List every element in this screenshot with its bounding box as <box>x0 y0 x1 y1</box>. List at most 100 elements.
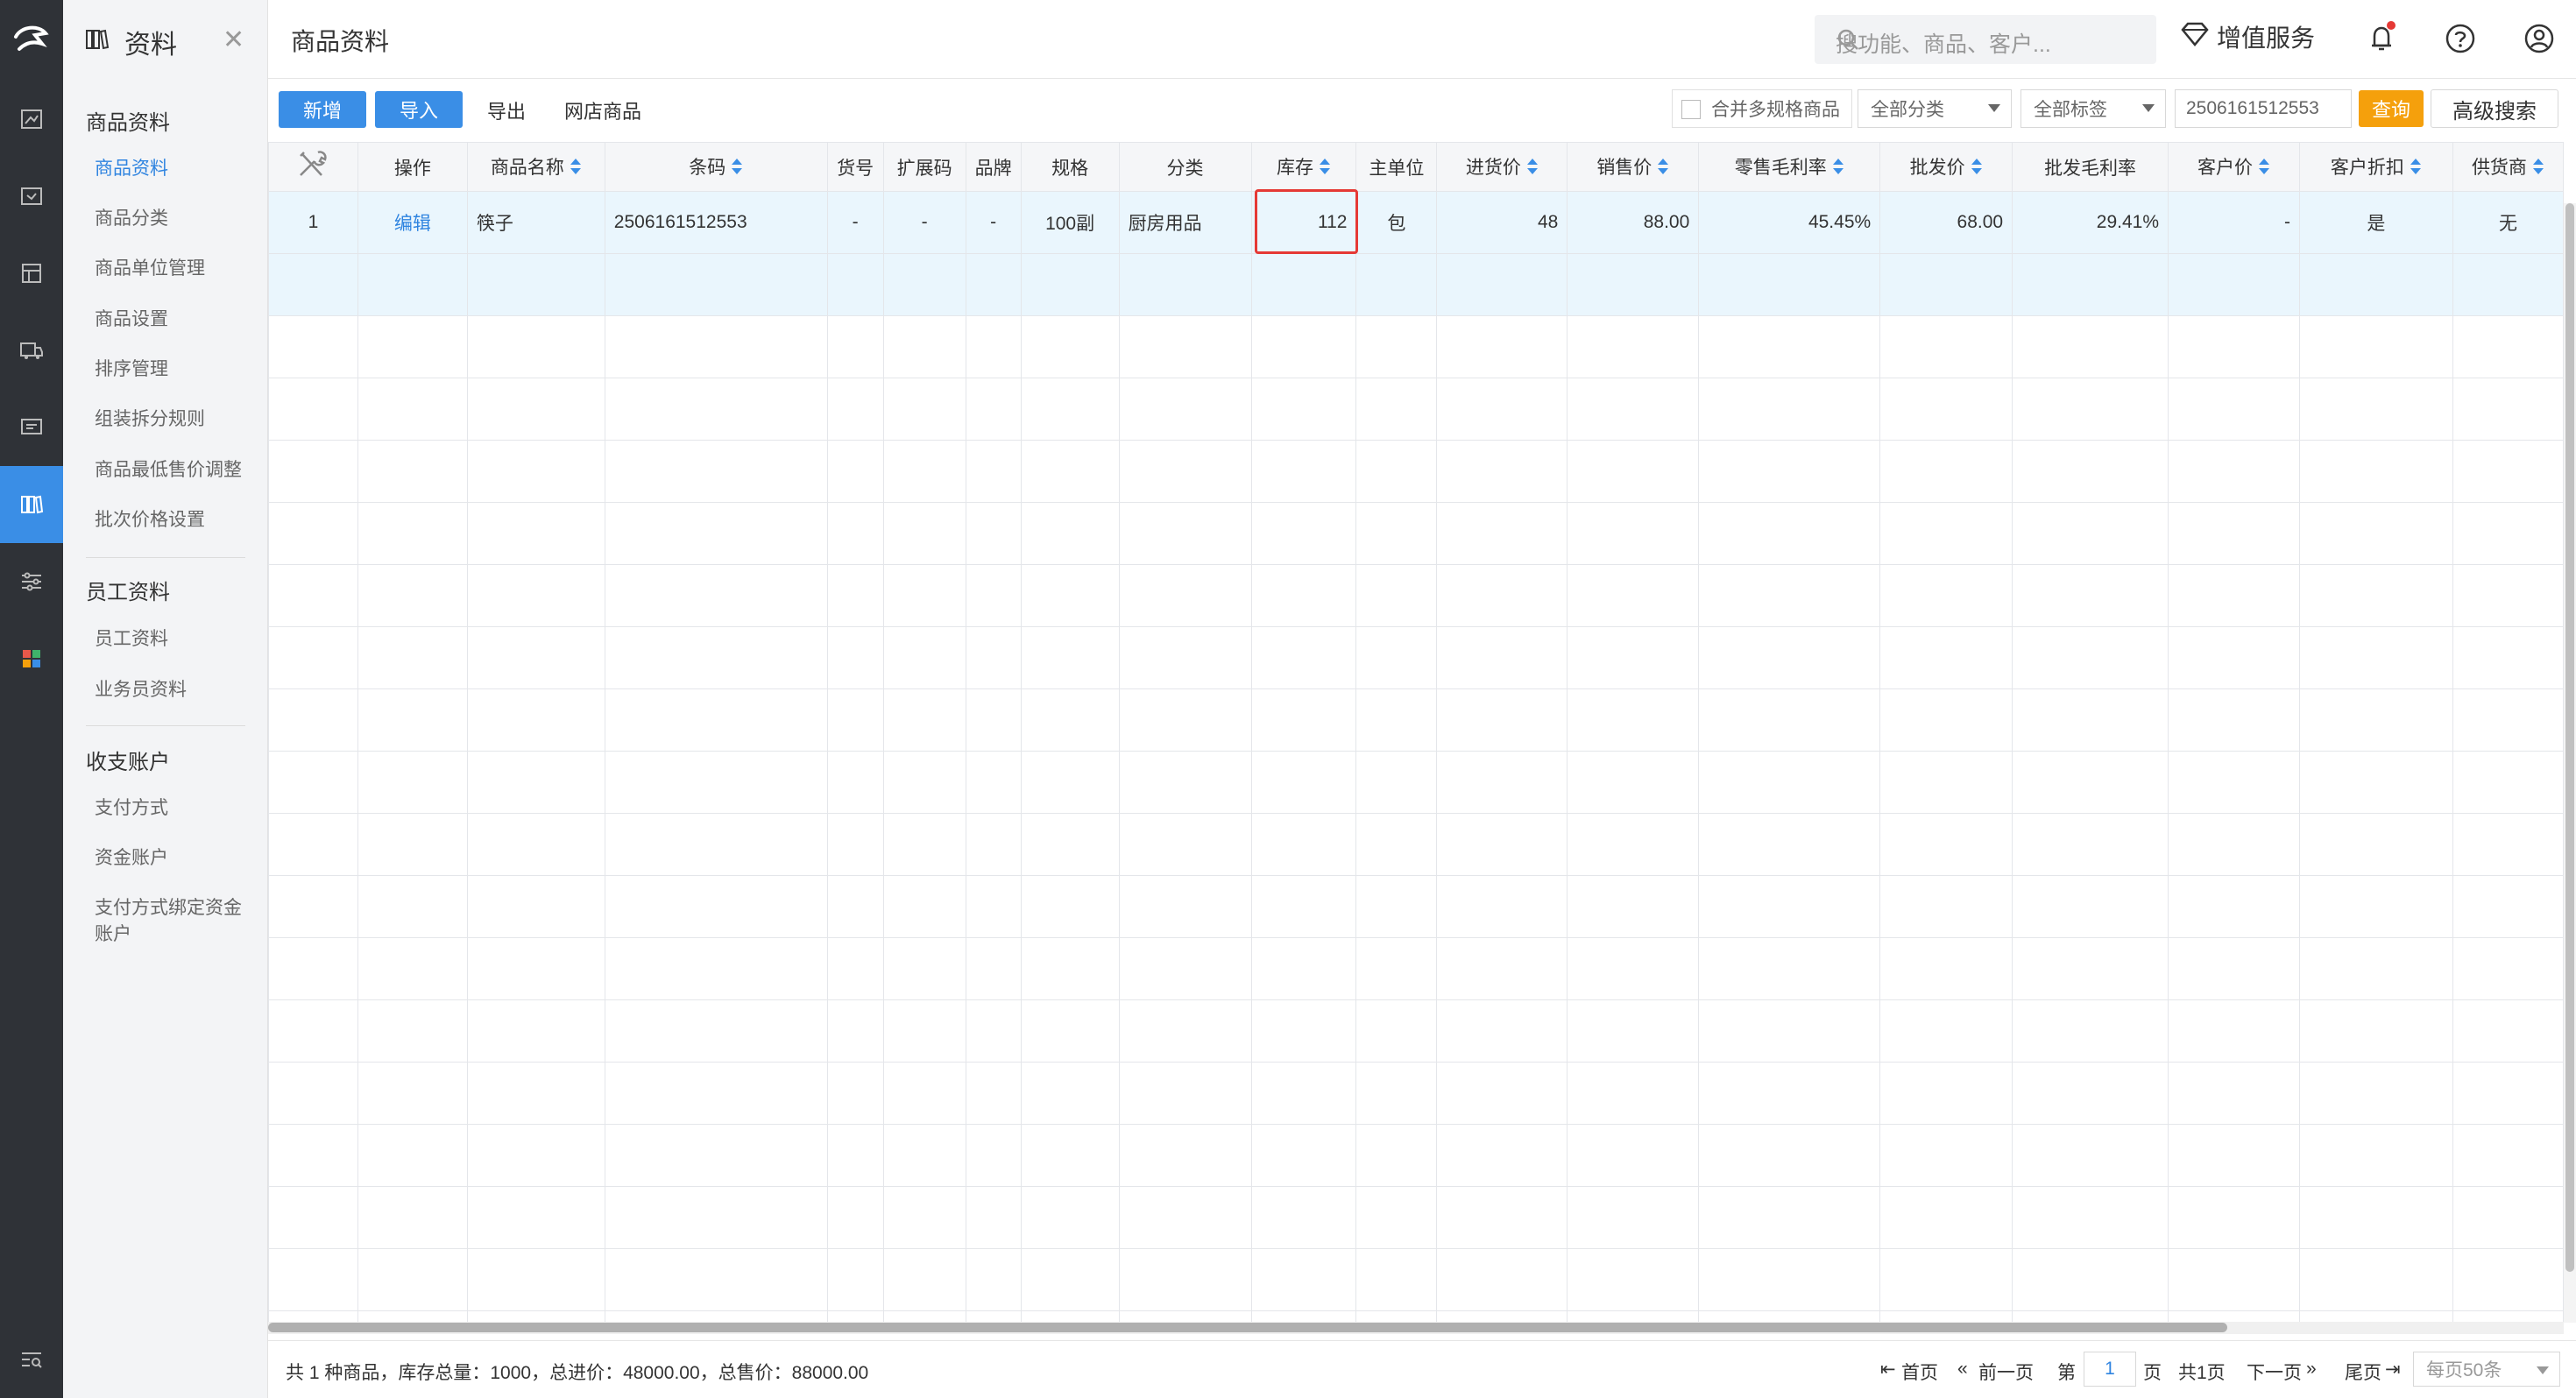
sidebar-item-sort-management[interactable]: 排序管理 <box>95 357 261 383</box>
close-icon[interactable]: ✕ <box>223 25 244 55</box>
search-icon[interactable] <box>1836 27 2137 58</box>
menu-search-icon[interactable] <box>0 1321 63 1398</box>
purchase-icon[interactable] <box>0 158 63 235</box>
first-page-button[interactable]: 首页 <box>1901 1359 1938 1385</box>
sales-icon[interactable] <box>0 81 63 158</box>
add-button[interactable]: 新增 <box>279 91 366 128</box>
empty-cell <box>357 626 468 689</box>
col-customer-price[interactable]: 客户价 <box>2168 142 2300 192</box>
page-number-input[interactable]: 1 <box>2084 1352 2136 1387</box>
settings-sliders-icon[interactable] <box>0 543 63 620</box>
empty-cell <box>2012 1062 2169 1125</box>
empty-cell <box>357 253 468 316</box>
sort-icon[interactable] <box>1657 158 1669 180</box>
sort-icon[interactable] <box>2532 158 2544 180</box>
horizontal-scrollbar[interactable] <box>268 1322 2564 1334</box>
sidebar-item-employee-info[interactable]: 员工资料 <box>95 626 261 653</box>
sort-icon[interactable] <box>2258 158 2270 180</box>
col-wholesale-margin: 批发毛利率 <box>2012 142 2169 192</box>
export-button[interactable]: 导出 <box>487 96 526 124</box>
col-wholesale-price[interactable]: 批发价 <box>1879 142 2013 192</box>
sort-icon[interactable] <box>570 158 582 180</box>
sidebar-item-payment-methods[interactable]: 支付方式 <box>95 795 261 822</box>
finance-icon[interactable] <box>0 389 63 466</box>
sidebar-item-payment-binding[interactable]: 支付方式绑定资金账户 <box>95 895 252 948</box>
sidebar-item-product-category[interactable]: 商品分类 <box>95 206 261 232</box>
empty-cell <box>2452 813 2564 876</box>
sidebar-item-fund-accounts[interactable]: 资金账户 <box>95 845 261 872</box>
empty-cell <box>965 502 1022 565</box>
empty-cell <box>1879 751 2013 814</box>
empty-cell <box>965 937 1022 1000</box>
column-settings-icon[interactable] <box>268 142 358 192</box>
keyword-input[interactable]: 2506161512553 <box>2175 89 2352 128</box>
app-logo[interactable] <box>0 0 63 77</box>
page-title: 商品资料 <box>291 28 390 55</box>
table-row[interactable]: 1 编辑 筷子 2506161512553 - - - 100副 厨房用品 11… <box>268 191 2564 254</box>
import-button[interactable]: 导入 <box>375 91 463 128</box>
sidebar-item-assembly-rules[interactable]: 组装拆分规则 <box>95 406 261 433</box>
sort-icon[interactable] <box>1319 158 1331 180</box>
col-customer-discount[interactable]: 客户折扣 <box>2298 142 2453 192</box>
page-prefix: 第 <box>2057 1363 2076 1383</box>
edit-link[interactable]: 编辑 <box>357 191 468 254</box>
col-name[interactable]: 商品名称 <box>466 142 605 192</box>
help-icon[interactable] <box>2443 21 2478 60</box>
global-search-input[interactable]: 搜功能、商品、客户... <box>1815 15 2156 64</box>
sidebar-item-product-info[interactable]: 商品资料 <box>95 156 261 182</box>
col-supplier[interactable]: 供货商 <box>2452 142 2564 192</box>
col-barcode[interactable]: 条码 <box>604 142 828 192</box>
delivery-icon[interactable] <box>0 312 63 389</box>
merge-multi-spec-toggle[interactable]: 合并多规格商品 <box>1672 89 1852 128</box>
empty-cell <box>1436 626 1568 689</box>
sidebar-item-salesman-info[interactable]: 业务员资料 <box>95 677 261 703</box>
empty-cell <box>2012 253 2169 316</box>
inventory-icon[interactable] <box>0 235 63 312</box>
empty-cell <box>2298 626 2453 689</box>
empty-cell <box>268 564 358 627</box>
online-store-button[interactable]: 网店商品 <box>564 96 641 124</box>
advanced-search-button[interactable]: 高级搜索 <box>2431 89 2558 128</box>
sort-icon[interactable] <box>731 158 743 180</box>
sidebar-item-batch-price[interactable]: 批次价格设置 <box>95 507 261 533</box>
col-purchase-price[interactable]: 进货价 <box>1436 142 1568 192</box>
empty-cell <box>2168 626 2300 689</box>
col-stock[interactable]: 库存 <box>1250 142 1357 192</box>
empty-cell <box>2298 813 2453 876</box>
last-page-button[interactable]: 尾页 <box>2345 1359 2381 1385</box>
value-added-service-button[interactable]: 增值服务 <box>2180 19 2315 54</box>
bell-icon[interactable] <box>2364 21 2399 60</box>
scrollbar-thumb[interactable] <box>268 1323 2227 1332</box>
next-page-button[interactable]: 下一页 <box>2247 1359 2302 1385</box>
empty-cell <box>604 440 828 503</box>
sort-icon[interactable] <box>1971 158 1983 180</box>
sidebar-item-unit-management[interactable]: 商品单位管理 <box>95 256 261 282</box>
apps-icon[interactable] <box>0 620 63 697</box>
data-icon[interactable] <box>0 466 63 543</box>
empty-cell <box>1567 999 1700 1063</box>
user-avatar-icon[interactable] <box>2522 21 2557 60</box>
sort-icon[interactable] <box>1526 158 1539 180</box>
col-retail-margin[interactable]: 零售毛利率 <box>1698 142 1881 192</box>
empty-cell <box>826 751 884 814</box>
sort-icon[interactable] <box>2410 158 2422 180</box>
empty-cell <box>2298 1186 2453 1249</box>
sidebar-item-min-price[interactable]: 商品最低售价调整 <box>95 457 261 484</box>
table-footer: 共 1 种商品，库存总量：1000，总进价：48000.00，总售价：88000… <box>268 1340 2576 1398</box>
vertical-scrollbar[interactable] <box>2564 203 2576 1323</box>
col-sale-price[interactable]: 销售价 <box>1567 142 1700 192</box>
page-size-select[interactable]: 每页50条 <box>2413 1352 2560 1387</box>
empty-cell <box>965 1186 1022 1249</box>
sort-icon[interactable] <box>1832 158 1844 180</box>
empty-cell <box>1436 440 1568 503</box>
tag-select[interactable]: 全部标签 <box>2020 89 2166 128</box>
prev-page-button[interactable]: 前一页 <box>1978 1359 2034 1385</box>
cell-ext-code: - <box>882 191 966 254</box>
empty-cell <box>2298 1062 2453 1125</box>
merge-checkbox[interactable] <box>1681 100 1701 119</box>
scrollbar-thumb[interactable] <box>2565 203 2574 1272</box>
query-button[interactable]: 查询 <box>2359 90 2424 127</box>
category-select[interactable]: 全部分类 <box>1858 89 2012 128</box>
sidebar-item-product-settings[interactable]: 商品设置 <box>95 307 261 333</box>
empty-cell <box>1567 751 1700 814</box>
